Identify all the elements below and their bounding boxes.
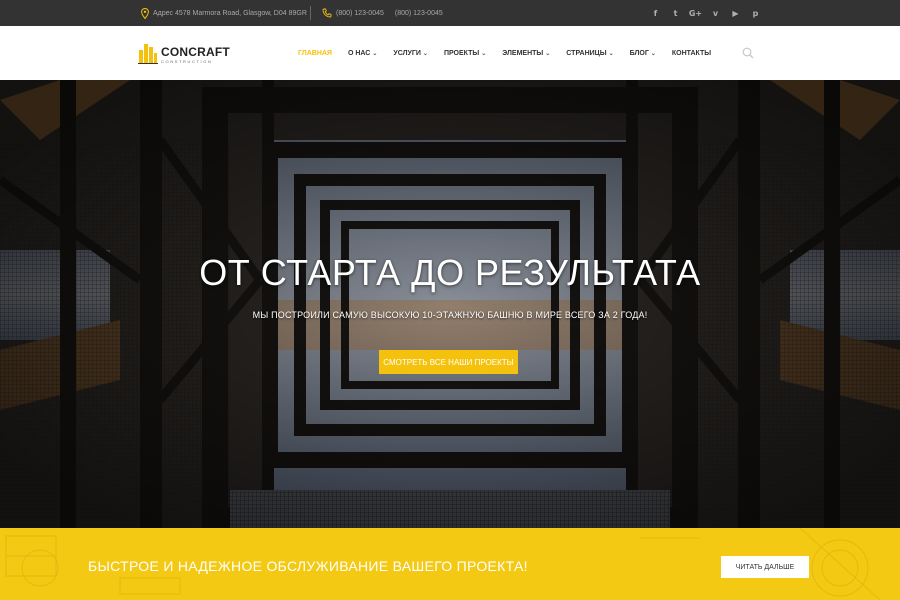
logo-name: CONCRAFT <box>161 44 230 59</box>
hero-title: ОТ СТАРТА ДО РЕЗУЛЬТАТА <box>199 252 701 293</box>
nav-item-home[interactable]: ГЛАВНАЯ <box>298 50 332 57</box>
pinterest-icon[interactable]: p <box>751 9 760 18</box>
site-header: CONCRAFT CONSTRUCTION ГЛАВНАЯ О НАС ⌄ УС… <box>0 26 900 80</box>
logo-icon <box>138 40 158 69</box>
logo-tagline: CONSTRUCTION <box>161 58 213 64</box>
chevron-down-icon: ⌄ <box>650 50 656 57</box>
nav-label: ГЛАВНАЯ <box>298 49 332 57</box>
nav-label: ПРОЕКТЫ <box>443 49 480 57</box>
social-links: f t G+ v ▶ p <box>651 0 760 26</box>
nav-label: ЭЛЕМЕНТЫ <box>502 49 544 57</box>
view-projects-button[interactable]: СМОТРЕТЬ ВСЕ НАШИ ПРОЕКТЫ <box>379 350 518 374</box>
cta-band: БЫСТРОЕ И НАДЕЖНОЕ ОБСЛУЖИВАНИЕ ВАШЕГО П… <box>0 528 900 600</box>
phone-icon <box>322 8 332 18</box>
nav-item-about[interactable]: О НАС ⌄ <box>348 50 377 57</box>
cta-text: БЫСТРОЕ И НАДЕЖНОЕ ОБСЛУЖИВАНИЕ ВАШЕГО П… <box>88 558 528 574</box>
nav-item-pages[interactable]: СТРАНИЦЫ ⌄ <box>566 50 613 57</box>
main-nav: ГЛАВНАЯ О НАС ⌄ УСЛУГИ ⌄ ПРОЕКТЫ ⌄ ЭЛЕМЕ… <box>298 26 727 80</box>
read-more-button[interactable]: ЧИТАТЬ ДАЛЬШЕ <box>721 556 809 578</box>
facebook-icon[interactable]: f <box>651 9 660 18</box>
top-info-bar: Адрес 4578 Marmora Road, Glasgow, D04 89… <box>0 0 900 26</box>
phone-number-2[interactable]: (800) 123-0045 <box>395 10 443 17</box>
nav-label: О НАС <box>347 49 371 57</box>
chevron-down-icon: ⌄ <box>608 50 614 57</box>
location-pin-icon <box>141 7 149 19</box>
address-block: Адрес 4578 Marmora Road, Glasgow, D04 89… <box>141 0 307 26</box>
youtube-icon[interactable]: ▶ <box>731 9 740 18</box>
google-plus-icon[interactable]: G+ <box>689 9 702 18</box>
hero-subtitle: МЫ ПОСТРОИЛИ САМУЮ ВЫСОКУЮ 10-ЭТАЖНУЮ БА… <box>252 310 648 320</box>
nav-label: СТРАНИЦЫ <box>566 49 607 57</box>
nav-item-elements[interactable]: ЭЛЕМЕНТЫ ⌄ <box>502 50 550 57</box>
address-text: Адрес 4578 Marmora Road, Glasgow, D04 89… <box>153 9 307 17</box>
chevron-down-icon: ⌄ <box>545 50 551 57</box>
chevron-down-icon: ⌄ <box>481 50 487 57</box>
vimeo-icon[interactable]: v <box>711 9 720 18</box>
chevron-down-icon: ⌄ <box>372 50 378 57</box>
nav-item-services[interactable]: УСЛУГИ ⌄ <box>393 50 428 57</box>
nav-item-projects[interactable]: ПРОЕКТЫ ⌄ <box>444 50 486 57</box>
divider <box>310 6 311 20</box>
hero-banner: ОТ СТАРТА ДО РЕЗУЛЬТАТА МЫ ПОСТРОИЛИ САМ… <box>0 80 900 528</box>
twitter-icon[interactable]: t <box>671 9 680 18</box>
nav-label: БЛОГ <box>629 49 649 57</box>
chevron-down-icon: ⌄ <box>422 50 428 57</box>
nav-item-blog[interactable]: БЛОГ ⌄ <box>630 50 656 57</box>
nav-item-contacts[interactable]: КОНТАКТЫ <box>672 50 711 57</box>
logo[interactable]: CONCRAFT CONSTRUCTION <box>138 40 230 69</box>
phone-number-1[interactable]: (800) 123-0045 <box>336 10 384 17</box>
phone-block: (800) 123-0045 (800) 123-0045 <box>322 0 443 26</box>
hero-background-image <box>0 80 900 528</box>
nav-label: КОНТАКТЫ <box>671 49 712 57</box>
search-icon[interactable] <box>742 46 754 64</box>
nav-label: УСЛУГИ <box>393 49 421 57</box>
